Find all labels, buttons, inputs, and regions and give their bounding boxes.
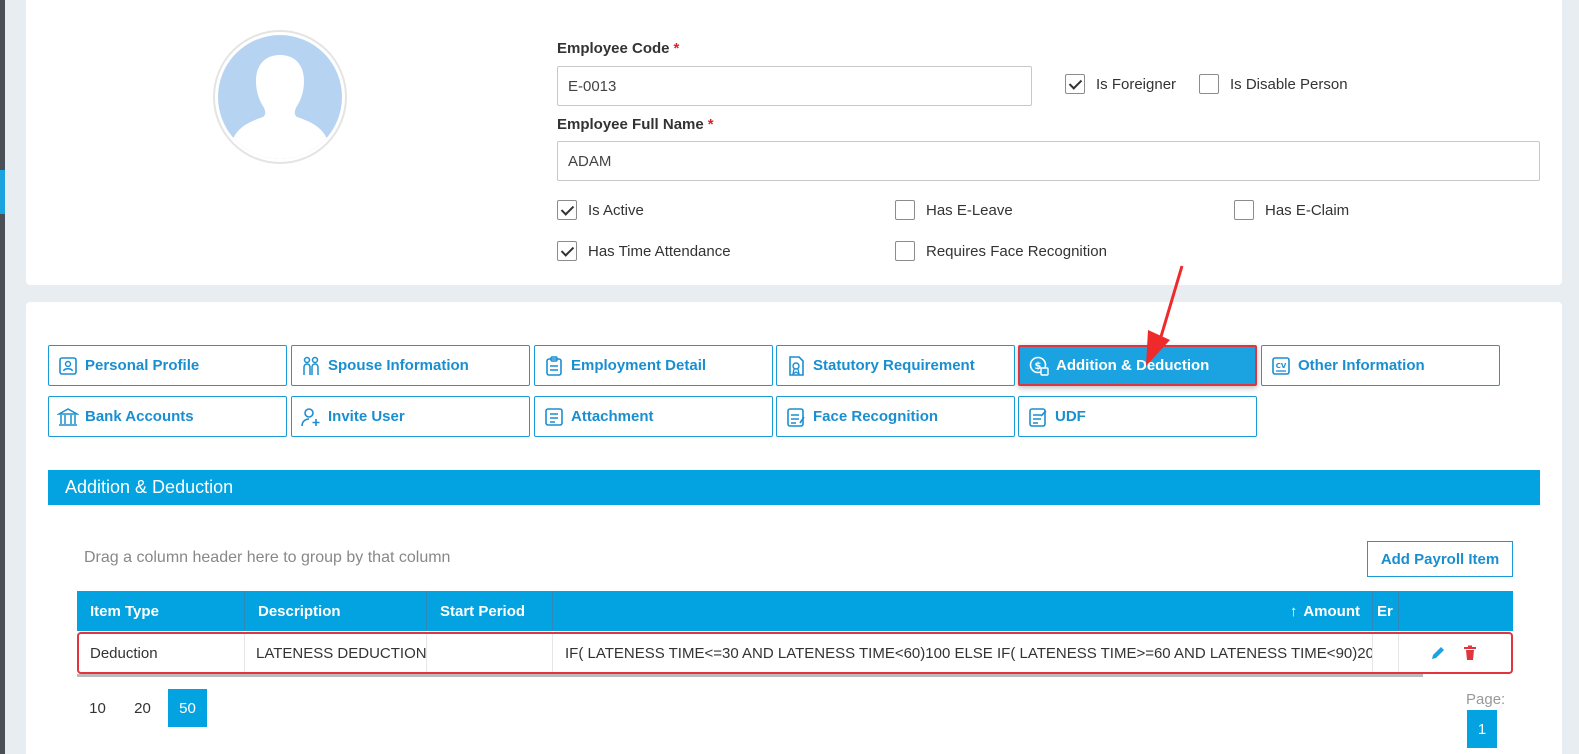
add-payroll-item-button[interactable]: Add Payroll Item	[1367, 541, 1513, 577]
table-row[interactable]: Deduction LATENESS DEDUCTION IF( LATENES…	[77, 632, 1513, 674]
cell-amount: IF( LATENESS TIME<=30 AND LATENESS TIME<…	[553, 634, 1373, 672]
clipboard-icon	[546, 355, 562, 376]
page-size-50[interactable]: 50	[168, 689, 207, 727]
has-time-attendance-checkbox[interactable]: Has Time Attendance	[557, 241, 731, 261]
tab-spouse-information[interactable]: Spouse Information	[291, 345, 530, 386]
checkbox-unchecked[interactable]	[895, 200, 915, 220]
edit-pencil-icon[interactable]	[1429, 644, 1447, 662]
employee-full-name-label: Employee Full Name *	[557, 116, 714, 133]
page-label: Page:	[1466, 691, 1506, 708]
tab-other-information[interactable]: CV Other Information	[1261, 345, 1500, 386]
is-foreigner-checkbox[interactable]: Is Foreigner	[1065, 74, 1176, 94]
employee-code-label: Employee Code *	[557, 40, 680, 57]
attachment-icon	[545, 407, 563, 426]
section-title: Addition & Deduction	[65, 477, 234, 497]
tab-invite-user[interactable]: Invite User	[291, 396, 530, 437]
column-header-amount[interactable]: ↑ Amount	[553, 591, 1373, 631]
cell-start-period	[427, 634, 553, 672]
tab-attachment[interactable]: Attachment	[534, 396, 773, 437]
svg-text:CV: CV	[1276, 362, 1287, 370]
is-active-checkbox[interactable]: Is Active	[557, 200, 644, 220]
is-disable-person-checkbox[interactable]: Is Disable Person	[1199, 74, 1348, 94]
cell-description: LATENESS DEDUCTION	[245, 634, 427, 672]
profile-icon	[59, 356, 77, 375]
user-silhouette-icon	[230, 55, 330, 159]
column-header-description[interactable]: Description	[245, 591, 427, 631]
money-icon: $	[1029, 356, 1049, 376]
people-icon	[303, 356, 319, 375]
bank-icon	[57, 407, 79, 426]
row-actions	[1399, 634, 1509, 672]
tab-udf[interactable]: UDF	[1018, 396, 1257, 437]
face-icon	[787, 407, 805, 427]
tab-bank-accounts[interactable]: Bank Accounts	[48, 396, 287, 437]
payroll-items-grid: Item Type Description Start Period ↑ Amo…	[77, 591, 1513, 674]
employee-full-name-input[interactable]	[557, 141, 1540, 181]
requires-face-recognition-checkbox[interactable]: Requires Face Recognition	[895, 241, 1107, 261]
avatar[interactable]	[213, 30, 347, 164]
tab-personal-profile[interactable]: Personal Profile	[48, 345, 287, 386]
checkbox-checked[interactable]	[557, 200, 577, 220]
certificate-icon	[789, 355, 804, 376]
form-icon	[1029, 407, 1047, 427]
tab-face-recognition[interactable]: Face Recognition	[776, 396, 1015, 437]
column-header-start-period[interactable]: Start Period	[427, 591, 553, 631]
add-user-icon	[301, 407, 320, 426]
grid-header: Item Type Description Start Period ↑ Amo…	[77, 591, 1513, 631]
tab-statutory-requirement[interactable]: Statutory Requirement	[776, 345, 1015, 386]
left-sidebar-edge	[0, 0, 5, 754]
column-header-end-period[interactable]: Er	[1373, 591, 1399, 631]
column-header-item-type[interactable]: Item Type	[77, 591, 245, 631]
has-e-leave-checkbox[interactable]: Has E-Leave	[895, 200, 1013, 220]
cell-end-period	[1373, 634, 1399, 672]
cv-icon: CV	[1272, 356, 1290, 375]
horizontal-scrollbar[interactable]	[77, 674, 1423, 677]
sidebar-active-marker	[0, 170, 5, 214]
checkbox-checked[interactable]	[557, 241, 577, 261]
checkbox-checked[interactable]	[1065, 74, 1085, 94]
delete-trash-icon[interactable]	[1461, 644, 1479, 662]
cell-item-type: Deduction	[79, 634, 245, 672]
checkbox-unchecked[interactable]	[895, 241, 915, 261]
page-number-1[interactable]: 1	[1467, 710, 1497, 748]
group-panel-hint: Drag a column header here to group by th…	[84, 549, 451, 566]
column-header-actions	[1399, 591, 1513, 631]
has-e-claim-checkbox[interactable]: Has E-Claim	[1234, 200, 1349, 220]
checkbox-unchecked[interactable]	[1199, 74, 1219, 94]
employee-header-card: Employee Code* Is Foreigner Is Disable P…	[26, 0, 1562, 285]
section-title-bar: Addition & Deduction	[48, 470, 1540, 505]
employee-detail-card: Personal Profile Spouse Information Empl…	[26, 302, 1562, 754]
tab-addition-deduction[interactable]: $ Addition & Deduction	[1018, 345, 1257, 386]
page-size-selector: 10 20 50	[78, 689, 207, 727]
checkbox-unchecked[interactable]	[1234, 200, 1254, 220]
page-size-10[interactable]: 10	[78, 689, 117, 727]
sort-ascending-icon: ↑	[1289, 602, 1298, 620]
tab-employment-detail[interactable]: Employment Detail	[534, 345, 773, 386]
employee-code-input[interactable]	[557, 66, 1032, 106]
page-size-20[interactable]: 20	[123, 689, 162, 727]
